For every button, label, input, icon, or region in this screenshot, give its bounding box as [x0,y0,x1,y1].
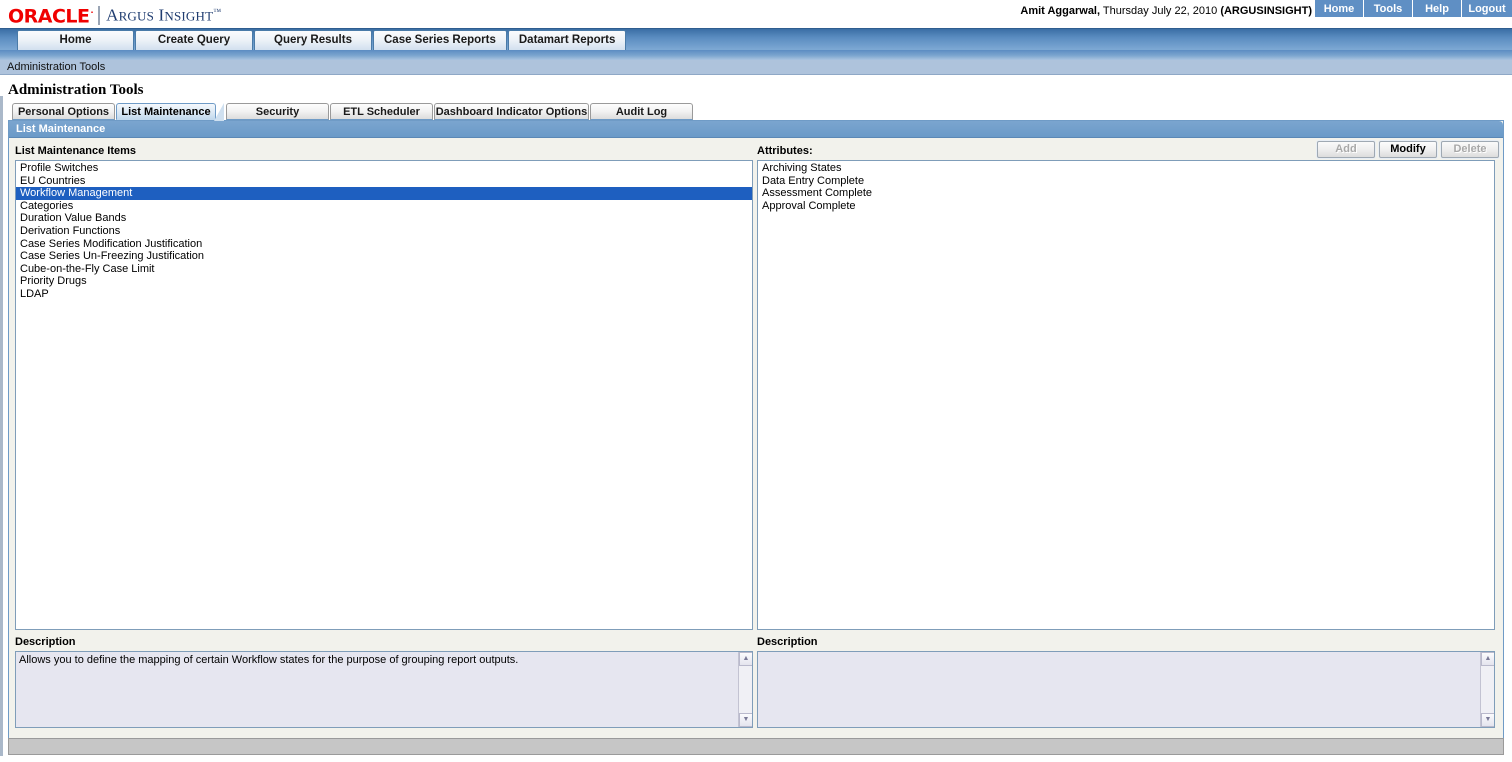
tab-audit-log[interactable]: Audit Log [590,103,693,120]
top-link-tools[interactable]: Tools [1364,0,1413,17]
description-text-right [758,652,1494,654]
left-rail-accent [0,96,3,756]
list-item[interactable]: Approval Complete [758,200,1494,213]
list-item[interactable]: Case Series Modification Justification [16,238,752,251]
list-item[interactable]: Assessment Complete [758,187,1494,200]
registered-mark: · [90,7,94,17]
trademark-mark: ™ [213,7,222,16]
list-item[interactable]: Profile Switches [16,162,752,175]
description-text-left: Allows you to define the mapping of cert… [19,654,519,666]
description-textarea-right[interactable]: ▲ ▼ [757,651,1495,728]
delete-button[interactable]: Delete [1441,141,1499,158]
org-name: (ARGUSINSIGHT) [1220,5,1312,17]
page-title: Administration Tools [0,75,1512,102]
scroll-down-icon[interactable]: ▼ [739,713,752,727]
session-date: Thursday July 22, 2010 [1100,5,1221,17]
sub-tab-bar: Personal Options List Maintenance Securi… [0,102,1512,121]
description-left-scrollbar[interactable]: ▲ ▼ [738,652,752,727]
breadcrumb: Administration Tools [0,60,1512,75]
description-right-scrollbar[interactable]: ▲ ▼ [1480,652,1494,727]
list-item[interactable]: Derivation Functions [16,225,752,238]
oracle-wordmark: ORACLE· [8,4,94,27]
panel-header-title: List Maintenance [9,121,1503,138]
tab-etl-scheduler[interactable]: ETL Scheduler [330,103,433,120]
list-items-label: List Maintenance Items [15,145,137,157]
list-item[interactable]: Workflow Management [16,187,752,200]
attributes-label: Attributes: [757,145,813,157]
top-link-home[interactable]: Home [1315,0,1364,17]
nav-tab-case-series-reports[interactable]: Case Series Reports [373,30,507,50]
add-button[interactable]: Add [1317,141,1375,158]
nav-tab-query-results[interactable]: Query Results [254,30,372,50]
list-item[interactable]: LDAP [16,288,752,301]
tab-dashboard-indicator-options[interactable]: Dashboard Indicator Options [434,103,589,120]
list-maintenance-items-listbox[interactable]: Profile Switches EU Countries Workflow M… [15,160,753,630]
nav-tab-home[interactable]: Home [17,30,134,50]
primary-nav-bar: Home Create Query Query Results Case Ser… [0,28,1512,50]
scroll-up-icon[interactable]: ▲ [739,652,752,666]
nav-tab-datamart-reports[interactable]: Datamart Reports [507,30,627,50]
list-item[interactable]: Categories [16,200,752,213]
nav-tab-create-query[interactable]: Create Query [135,30,253,50]
panel-body: List Maintenance Items Attributes: Add M… [9,138,1503,741]
list-items-container: Profile Switches EU Countries Workflow M… [16,161,752,301]
scroll-down-icon[interactable]: ▼ [1481,713,1494,727]
tab-security[interactable]: Security [226,103,329,120]
description-label-right: Description [757,636,818,648]
list-item[interactable]: Archiving States [758,162,1494,175]
logo-divider [98,5,101,25]
attributes-listbox[interactable]: Archiving States Data Entry Complete Ass… [757,160,1495,630]
description-label-left: Description [15,636,76,648]
list-item[interactable]: EU Countries [16,175,752,188]
top-link-logout[interactable]: Logout [1462,0,1512,17]
list-item[interactable]: Cube-on-the-Fly Case Limit [16,263,752,276]
tab-personal-options[interactable]: Personal Options [12,103,115,120]
tab-list-maintenance[interactable]: List Maintenance [116,103,224,121]
status-bar [8,738,1504,755]
list-item[interactable]: Case Series Un-Freezing Justification [16,250,752,263]
list-item[interactable]: Duration Value Bands [16,212,752,225]
nav-gradient-strip [0,50,1512,60]
list-item[interactable]: Data Entry Complete [758,175,1494,188]
oracle-argus-logo: ORACLE· ARGUS INSIGHT™ [8,2,221,27]
argus-insight-wordmark: ARGUS INSIGHT™ [106,5,222,25]
list-item[interactable]: Priority Drugs [16,275,752,288]
top-utility-links: Home Tools Help Logout [1315,0,1512,17]
attributes-container: Archiving States Data Entry Complete Ass… [758,161,1494,212]
action-button-row: Add Modify Delete [1317,141,1499,158]
scroll-up-icon[interactable]: ▲ [1481,652,1494,666]
description-textarea-left[interactable]: Allows you to define the mapping of cert… [15,651,753,728]
list-maintenance-panel: List Maintenance List Maintenance Items … [8,120,1504,742]
modify-button[interactable]: Modify [1379,141,1437,158]
user-info: Amit Aggarwal, Thursday July 22, 2010 (A… [1020,5,1312,17]
top-link-help[interactable]: Help [1413,0,1462,17]
brand-bar: ORACLE· ARGUS INSIGHT™ Amit Aggarwal, Th… [0,0,1512,28]
user-name: Amit Aggarwal, [1020,5,1101,17]
